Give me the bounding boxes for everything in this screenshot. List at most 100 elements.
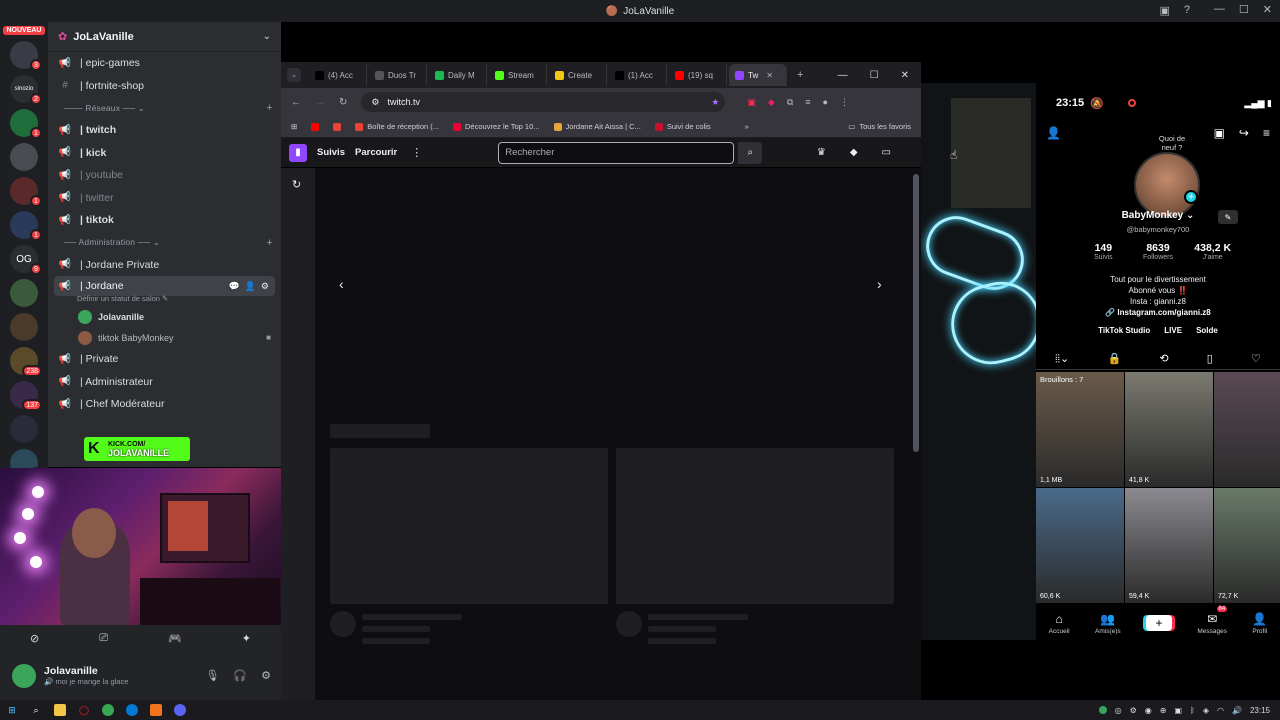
bookmark-item[interactable]: Suivi de colis	[654, 122, 711, 131]
profile-stat[interactable]: 8639 Followers	[1131, 242, 1186, 261]
browser-tab[interactable]: (4) Acc	[309, 64, 367, 86]
server-icon[interactable]	[10, 279, 38, 307]
tiktok-nav-item[interactable]: 👤 Profil	[1252, 612, 1267, 635]
carousel-next-icon[interactable]: ›	[877, 276, 882, 292]
edge-icon[interactable]	[126, 704, 138, 716]
tray-icon[interactable]: ◎	[1115, 706, 1122, 715]
carousel-prev-icon[interactable]: ‹	[339, 276, 344, 292]
nav-browse[interactable]: Parcourir	[355, 147, 397, 158]
channel-chef-moderateur[interactable]: 📢 | Chef Modérateur	[48, 393, 281, 416]
new-tab-icon[interactable]: +	[797, 69, 803, 81]
browser-tab[interactable]: (19) sq	[669, 64, 727, 86]
windows-start-icon[interactable]: ⊞	[6, 704, 18, 716]
apps-icon[interactable]: ⊞	[291, 122, 297, 131]
tray-icon[interactable]: ⚙	[1130, 706, 1137, 715]
search-input[interactable]: Rechercher	[498, 141, 735, 164]
bluetooth-icon[interactable]: ᛒ	[1190, 706, 1195, 715]
chat-icon[interactable]: 💬	[228, 281, 239, 292]
server-icon[interactable]	[10, 313, 38, 341]
server-icon[interactable]: 137	[10, 381, 42, 411]
soundboard-icon[interactable]: ✦	[242, 632, 251, 645]
help-icon[interactable]: ?	[1184, 4, 1190, 17]
close-icon[interactable]: ✕	[1263, 3, 1272, 16]
tray-icon[interactable]: ▣	[1174, 706, 1182, 715]
expand-sidebar-icon[interactable]: ↻	[292, 178, 301, 191]
server-icon[interactable]: 1	[10, 109, 42, 139]
profile-stat[interactable]: 438,2 K J'aime	[1185, 242, 1240, 261]
wifi-icon[interactable]: ◠	[1217, 706, 1224, 715]
add-channel-icon[interactable]: +	[266, 237, 273, 249]
activity-icon[interactable]: 🎮	[168, 632, 182, 645]
invite-icon[interactable]: 👤	[245, 281, 256, 292]
channel-private[interactable]: 📢 | Private	[48, 348, 281, 371]
channel-jordane-private[interactable]: 📢 | Jordane Private	[48, 254, 281, 277]
back-icon[interactable]: ←	[291, 97, 301, 108]
twitch-logo-icon[interactable]: ▮	[289, 143, 307, 162]
server-icon[interactable]	[10, 143, 38, 171]
browser-tab[interactable]: Tw ✕	[729, 64, 787, 86]
add-friend-icon[interactable]: 👤	[1046, 126, 1061, 140]
heart-icon[interactable]: ♡	[1251, 352, 1261, 365]
more-bookmarks-icon[interactable]: »	[745, 122, 749, 131]
channel-reseau[interactable]: 📢 | kick	[48, 142, 281, 165]
bookmark-item[interactable]: Découvrez le Top 10...	[453, 122, 540, 131]
channel-jordane[interactable]: 📢 | Jordane 💬 👤 ⚙	[54, 276, 275, 296]
tiktok-nav-item[interactable]: ✉ 84 Messages	[1197, 605, 1228, 635]
gear-icon[interactable]: ⚙	[261, 281, 269, 292]
video-thumbnail[interactable]: 41,8 K	[1125, 372, 1213, 487]
bits-icon[interactable]: ◆	[850, 147, 858, 158]
video-thumbnail[interactable]: 59,4 K	[1125, 488, 1213, 603]
close-tab-icon[interactable]: ✕	[766, 71, 773, 80]
camera-off-icon[interactable]: ⊘	[30, 632, 39, 645]
browser-tab[interactable]: (1) Acc	[609, 64, 667, 86]
bookmark-item[interactable]	[333, 122, 342, 131]
volume-icon[interactable]: 🔊	[1232, 706, 1242, 715]
voice-user-babymonkey[interactable]: tiktok BabyMonkey ■	[48, 327, 281, 348]
discord-icon[interactable]	[174, 704, 186, 716]
channel-administrateur[interactable]: 📢 | Administrateur	[48, 371, 281, 394]
menu-icon[interactable]: ≡	[1263, 126, 1270, 140]
profile-icon[interactable]: ●	[823, 97, 828, 108]
clock[interactable]: 23:15	[1250, 706, 1270, 715]
profile-bubble[interactable]: Quoi de neuf ?	[1152, 134, 1192, 152]
search-icon[interactable]: ⌕	[738, 141, 763, 164]
notifications-icon[interactable]: ▭	[882, 147, 891, 158]
server-icon[interactable]: 1	[10, 177, 42, 207]
headphones-icon[interactable]: 🎧	[233, 669, 247, 682]
tiktok-nav-item[interactable]: 👥 Amis(e)s	[1095, 612, 1121, 635]
bookmark-item[interactable]: Jordane Ait Aissa | C...	[553, 122, 641, 131]
video-thumbnail[interactable]: 60,6 K	[1036, 488, 1124, 603]
browser-tab[interactable]: Create	[549, 64, 607, 86]
repost-icon[interactable]: ⟲	[1159, 352, 1168, 365]
extension-icon[interactable]: ◆	[768, 97, 775, 108]
server-icon[interactable]: OG 9	[10, 245, 42, 275]
calendar-icon[interactable]: ▣	[1214, 126, 1225, 140]
channel-status[interactable]: Définir un statut de salon ✎	[48, 294, 281, 306]
bookmark-icon[interactable]: ▯	[1207, 352, 1213, 365]
tiktok-nav-item[interactable]: ⌂ Accueil	[1049, 612, 1070, 635]
gear-icon[interactable]: ⚙	[261, 669, 271, 682]
address-bar[interactable]: ⚙ twitch.tv ★	[361, 92, 726, 112]
server-icon[interactable]	[10, 415, 38, 443]
site-info-icon[interactable]: ⚙	[371, 97, 379, 108]
profile-stat[interactable]: 149 Suivis	[1076, 242, 1131, 261]
category-reseaux[interactable]: ─── Réseaux ── ⌄ +	[48, 97, 281, 119]
tray-icon[interactable]: ◈	[1203, 706, 1209, 715]
inbox-icon[interactable]: ▣	[1159, 4, 1169, 17]
video-thumbnail[interactable]: Brouillons : 7 1,1 MB	[1036, 372, 1124, 487]
forward-icon[interactable]: →	[315, 97, 325, 108]
star-icon[interactable]: ★	[711, 97, 719, 108]
extension-icon[interactable]: ▣	[747, 97, 756, 108]
tab-search-icon[interactable]: ⌄	[287, 68, 301, 82]
bookmark-item[interactable]	[311, 122, 320, 131]
all-favorites[interactable]: ▭ Tous les favoris	[848, 122, 911, 131]
close-icon[interactable]: ✕	[901, 70, 909, 81]
maximize-icon[interactable]: ☐	[1239, 3, 1249, 16]
minimize-icon[interactable]: —	[838, 70, 848, 81]
nav-following[interactable]: Suivis	[317, 147, 345, 158]
server-icon[interactable]: 3	[10, 41, 42, 71]
server-icon[interactable]: 1	[10, 211, 42, 241]
video-thumbnail[interactable]	[1214, 372, 1280, 487]
profile-link[interactable]: 🔗 Instagram.com/gianni.z8	[1036, 308, 1280, 317]
microphone-icon[interactable]: 🎙	[205, 669, 219, 682]
